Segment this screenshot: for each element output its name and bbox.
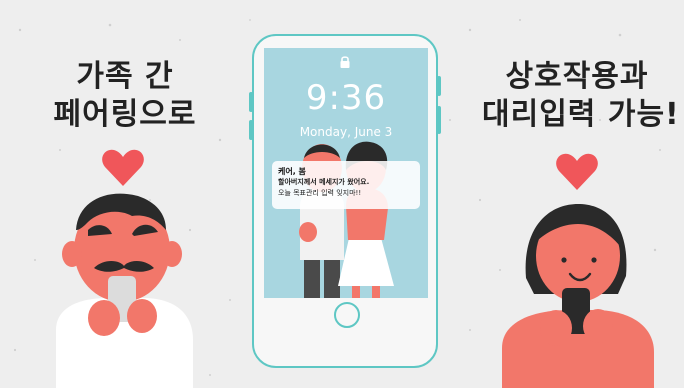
notification-title: 케어, 봄	[278, 167, 306, 176]
right-heading-line2: 대리입력 가능!	[482, 97, 680, 132]
phone-side-button	[437, 76, 441, 96]
notification-line-2: 오늘 목표관리 입력 잊지마!!	[278, 189, 362, 197]
phone-lock-screen: 9:36 Monday, June 3 케어, 봄 할아버지께서 메세지가 왔어…	[264, 48, 428, 298]
illustration-canvas: 가족 간 페어링으로 상호작용과 대리입력 가능! 9:36 Monday, J…	[0, 0, 684, 388]
heart-icon	[556, 153, 598, 190]
left-heading-line2: 페어링으로	[53, 97, 197, 132]
right-heading: 상호작용과 대리입력 가능!	[482, 58, 680, 134]
phone-side-button	[249, 92, 253, 112]
left-heading: 가족 간 페어링으로	[30, 58, 220, 134]
phone-side-button	[249, 120, 253, 140]
phone-side-button	[437, 106, 441, 134]
lock-screen-time: 9:36	[305, 78, 387, 118]
notification-line-1: 할아버지께서 메세지가 왔어요.	[278, 178, 370, 186]
left-heading-line1: 가족 간	[76, 59, 174, 94]
heart-icon	[102, 149, 144, 186]
home-button[interactable]	[334, 302, 360, 328]
lock-icon	[340, 56, 350, 68]
right-heading-line1: 상호작용과	[505, 59, 649, 94]
grandfather-character	[56, 193, 193, 388]
woman-character	[502, 204, 654, 388]
notification-card[interactable]: 케어, 봄 할아버지께서 메세지가 왔어요. 오늘 목표관리 입력 잊지마!!	[272, 161, 420, 209]
phone-device: 9:36 Monday, June 3 케어, 봄 할아버지께서 메세지가 왔어…	[249, 34, 441, 368]
